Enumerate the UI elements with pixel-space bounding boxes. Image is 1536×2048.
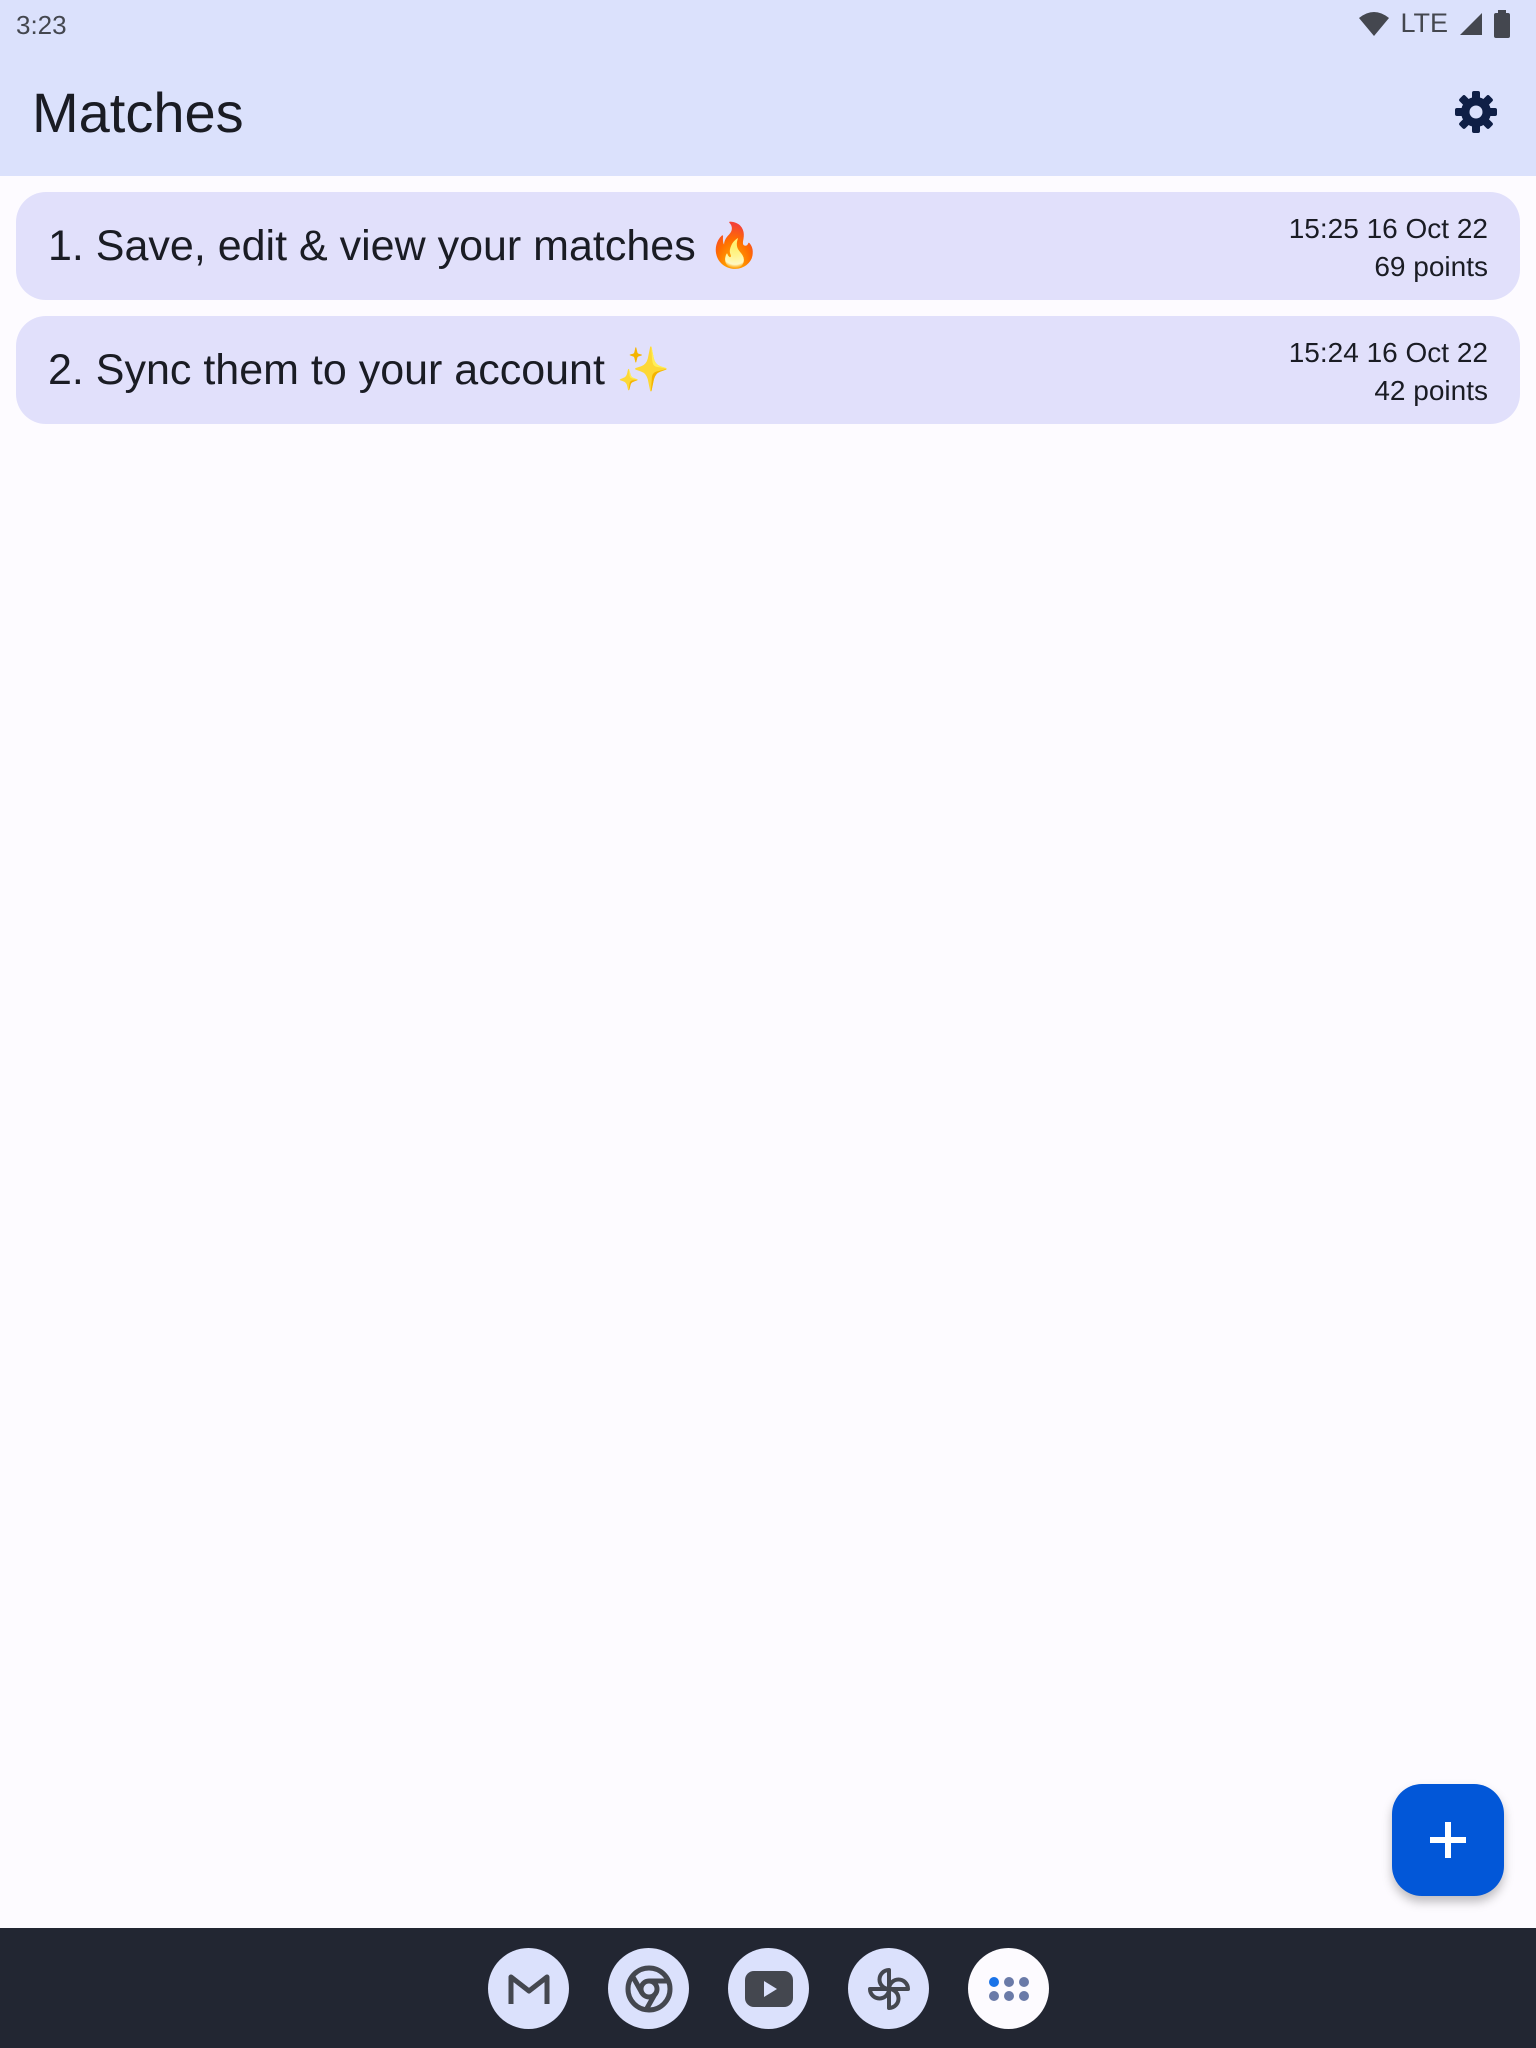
match-title: 1. Save, edit & view your matches 🔥 [48, 222, 762, 270]
plus-icon [1430, 1822, 1466, 1858]
taskbar [0, 1928, 1536, 2048]
youtube-app-button[interactable] [728, 1948, 809, 2029]
match-title: 2. Sync them to your account ✨ [48, 346, 671, 394]
battery-icon [1494, 9, 1510, 38]
chrome-icon [625, 1965, 672, 2012]
match-points: 69 points [1374, 251, 1488, 282]
top-app-bar: Matches [0, 50, 1536, 176]
match-points: 42 points [1374, 375, 1488, 406]
photos-app-button[interactable] [848, 1948, 929, 2029]
chrome-app-button[interactable] [608, 1948, 689, 2029]
status-icons: LTE [1358, 8, 1510, 39]
gmail-icon [508, 1974, 549, 2004]
app-drawer-button[interactable] [968, 1948, 1049, 2029]
network-type-label: LTE [1400, 8, 1448, 38]
status-bar: 3:23 LTE [0, 0, 1536, 50]
signal-icon [1460, 12, 1482, 35]
app-drawer-icon [988, 1976, 1029, 2001]
match-meta: 15:25 16 Oct 22 69 points [1289, 210, 1488, 286]
match-card[interactable]: 1. Save, edit & view your matches 🔥 15:2… [16, 192, 1520, 300]
add-match-button[interactable] [1392, 1784, 1504, 1896]
match-card[interactable]: 2. Sync them to your account ✨ 15:24 16 … [16, 316, 1520, 424]
match-datetime: 15:24 16 Oct 22 [1288, 337, 1488, 368]
app-dock [488, 1948, 1049, 2029]
page-title: Matches [32, 81, 244, 144]
wifi-icon [1359, 11, 1390, 36]
match-meta: 15:24 16 Oct 22 42 points [1289, 334, 1488, 410]
youtube-icon [744, 1970, 793, 2007]
settings-button[interactable] [1452, 88, 1500, 136]
match-list: 1. Save, edit & view your matches 🔥 15:2… [16, 192, 1520, 440]
photos-icon [867, 1967, 910, 2010]
gmail-app-button[interactable] [488, 1948, 569, 2029]
gear-icon [1455, 91, 1497, 133]
match-datetime: 15:25 16 Oct 22 [1288, 213, 1488, 244]
status-time: 3:23 [16, 10, 67, 40]
